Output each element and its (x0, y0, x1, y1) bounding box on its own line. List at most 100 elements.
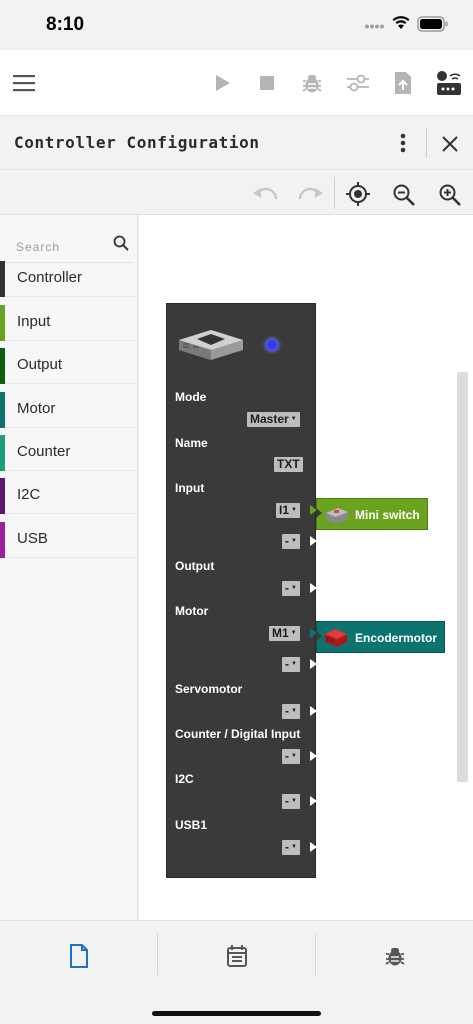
category-color-bar (0, 348, 5, 384)
more-options-icon[interactable] (398, 133, 408, 153)
category-label: Output (17, 356, 63, 373)
category-motor[interactable]: Motor (0, 392, 137, 428)
stop-button[interactable] (247, 50, 287, 116)
redo-icon[interactable] (298, 185, 324, 201)
settings-button[interactable] (338, 50, 378, 116)
controller-wifi-icon (437, 71, 461, 95)
zoom-in-icon[interactable] (438, 183, 462, 207)
mode-dropdown[interactable]: Master ▼ (247, 412, 300, 427)
status-time: 8:10 (46, 14, 85, 35)
servomotor-label: Servomotor (175, 682, 243, 696)
usb-slot-1-value: - (285, 840, 289, 854)
battery-icon (417, 16, 448, 32)
controller-block[interactable]: Mode Master ▼ Name TXT Input I1 ▼ - ▼ Outpu… (166, 303, 317, 878)
counter-slot-1-connector (310, 751, 317, 761)
run-button[interactable] (203, 50, 243, 116)
category-color-bar (0, 261, 5, 297)
edit-divider (334, 177, 335, 209)
counter-slot-1-value: - (285, 749, 289, 763)
encodermotor-block[interactable]: Encodermotor (316, 621, 445, 653)
usb1-label: USB1 (175, 818, 208, 832)
category-usb[interactable]: USB (0, 522, 137, 558)
category-color-bar (0, 435, 5, 471)
mini-switch-block[interactable]: Mini switch (316, 498, 428, 530)
controller-connect-button[interactable] (429, 50, 469, 116)
category-i2c[interactable]: I2C (0, 478, 137, 514)
servo-slot-1-connector (310, 706, 317, 716)
title-divider (426, 128, 427, 158)
mini-switch-icon (326, 508, 348, 524)
menu-button[interactable] (4, 50, 44, 116)
sliders-icon (347, 74, 369, 92)
input-slot-2-value: - (285, 534, 289, 548)
category-color-bar (0, 392, 5, 428)
input-slot-2-dropdown[interactable]: - ▼ (282, 534, 300, 549)
category-color-bar (0, 478, 5, 514)
servo-slot-1-value: - (285, 704, 289, 718)
dropdown-caret-icon: ▼ (291, 585, 297, 591)
category-label: Motor (17, 400, 56, 417)
i2c-slot-1-connector (310, 796, 317, 806)
category-label: Controller (17, 269, 83, 286)
dropdown-caret-icon: ▼ (291, 507, 297, 513)
category-color-bar (0, 522, 5, 558)
encodermotor-label: Encodermotor (355, 631, 438, 645)
tab-program[interactable] (0, 921, 157, 991)
tab-schedule[interactable] (158, 921, 315, 991)
upload-button[interactable] (383, 50, 423, 116)
calendar-icon (226, 945, 247, 967)
block-notch (316, 508, 322, 518)
bottom-tab-bar (0, 920, 473, 1024)
name-field[interactable]: TXT (274, 457, 303, 472)
category-controller[interactable]: Controller (0, 261, 137, 297)
edit-toolbar (0, 171, 473, 215)
input-slot-1-dropdown[interactable]: I1 ▼ (276, 503, 300, 518)
search-input[interactable]: Search (16, 240, 60, 254)
motor-slot-1-dropdown[interactable]: M1 ▼ (269, 626, 300, 641)
zoom-out-icon[interactable] (392, 183, 416, 207)
dropdown-caret-icon: ▼ (291, 661, 297, 667)
close-icon[interactable] (441, 135, 459, 153)
encodermotor-icon (325, 629, 347, 647)
search-icon[interactable] (113, 235, 129, 251)
search-box[interactable]: Search (6, 223, 134, 263)
motor-label: Motor (175, 604, 209, 618)
motor-slot-2-dropdown[interactable]: - ▼ (282, 657, 300, 672)
wifi-icon (392, 16, 410, 29)
input-label: Input (175, 481, 205, 495)
i2c-slot-1-dropdown[interactable]: - ▼ (282, 794, 300, 809)
debug-button[interactable] (292, 50, 332, 116)
usb-slot-1-dropdown[interactable]: - ▼ (282, 840, 300, 855)
workspace-scrollbar[interactable] (457, 372, 468, 782)
counter-slot-1-dropdown[interactable]: - ▼ (282, 749, 300, 764)
input-slot-2-connector (310, 536, 317, 546)
document-icon (69, 944, 88, 968)
servo-slot-1-dropdown[interactable]: - ▼ (282, 704, 300, 719)
category-color-bar (0, 305, 5, 341)
controller-board-icon (179, 330, 243, 360)
category-label: I2C (17, 486, 41, 503)
category-output[interactable]: Output (0, 348, 137, 384)
output-slot-1-dropdown[interactable]: - ▼ (282, 581, 300, 596)
category-label: Input (17, 313, 51, 330)
motor-slot-2-value: - (285, 657, 289, 671)
status-led (267, 340, 277, 350)
motor-slot-1-value: M1 (272, 626, 289, 640)
category-counter[interactable]: Counter (0, 435, 137, 471)
block-category-sidebar: Search Controller Input Output Motor Cou… (0, 215, 138, 920)
undo-icon[interactable] (252, 185, 278, 201)
tab-debug[interactable] (316, 921, 473, 991)
dropdown-caret-icon: ▼ (291, 708, 297, 714)
page-title: Controller Configuration (14, 133, 260, 152)
center-view-icon[interactable] (345, 181, 371, 207)
home-indicator (152, 1011, 321, 1016)
category-input[interactable]: Input (0, 305, 137, 341)
category-label: Counter (17, 443, 71, 460)
status-bar: 8:10 (0, 0, 473, 50)
input-slot-1-value: I1 (279, 503, 290, 517)
hamburger-icon (13, 75, 35, 92)
dropdown-caret-icon: ▼ (290, 630, 297, 636)
play-icon (216, 75, 230, 91)
main-toolbar (0, 50, 473, 116)
name-label: Name (175, 436, 208, 450)
